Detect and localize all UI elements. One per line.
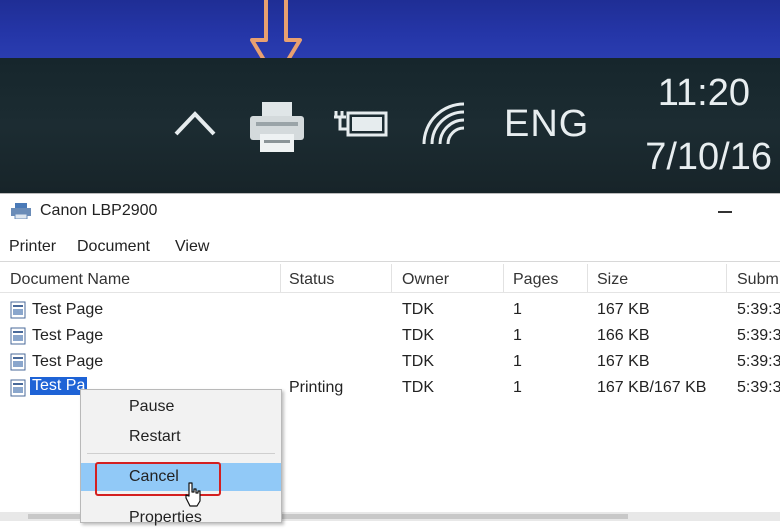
column-divider[interactable] <box>280 264 281 292</box>
cell-submitted: 5:39:3 <box>737 353 780 370</box>
column-headers: Document Name Status Owner Pages Size Su… <box>0 261 780 293</box>
column-divider[interactable] <box>587 264 588 292</box>
desktop-background <box>0 0 780 58</box>
cell-size: 166 KB <box>597 327 650 344</box>
cell-submitted: 5:39:3 <box>737 301 780 318</box>
table-row[interactable]: Test Page TDK 1 167 KB 5:39:3 <box>0 297 780 323</box>
menu-separator <box>87 453 275 454</box>
column-divider[interactable] <box>503 264 504 292</box>
cell-size: 167 KB/167 KB <box>597 379 707 396</box>
column-divider[interactable] <box>726 264 727 292</box>
title-bar: Canon LBP2900 <box>0 194 780 230</box>
table-row[interactable]: Test Page TDK 1 167 KB 5:39:3 <box>0 349 780 375</box>
cell-pages: 1 <box>513 353 522 370</box>
menu-item-restart[interactable]: Restart <box>81 423 281 451</box>
cell-submitted: 5:39:3 <box>737 327 780 344</box>
window-title: Canon LBP2900 <box>40 202 158 219</box>
column-divider[interactable] <box>391 264 392 292</box>
minimize-button[interactable] <box>712 200 740 222</box>
print-queue-window: Canon LBP2900 Printer Document View Docu… <box>0 193 780 526</box>
menu-document[interactable]: Document <box>77 238 150 256</box>
printer-icon[interactable] <box>246 98 308 156</box>
header-document-name[interactable]: Document Name <box>10 271 130 289</box>
header-size[interactable]: Size <box>597 271 628 289</box>
cell-owner: TDK <box>402 353 434 370</box>
language-indicator[interactable]: ENG <box>504 103 589 146</box>
cell-document-name: Test Pa <box>30 377 88 395</box>
document-icon <box>10 353 26 371</box>
document-icon <box>10 301 26 319</box>
menu-item-label: Pause <box>129 398 175 415</box>
cell-document-name: Test Page <box>32 327 104 344</box>
wifi-icon[interactable] <box>418 98 470 150</box>
header-status[interactable]: Status <box>289 271 334 289</box>
menu-bar: Printer Document View <box>0 234 780 258</box>
menu-item-properties[interactable]: Properties <box>81 504 281 532</box>
highlight-callout-box <box>95 462 221 496</box>
menu-item-label: Restart <box>129 428 181 445</box>
table-row[interactable]: Test Page TDK 1 166 KB 5:39:3 <box>0 323 780 349</box>
document-icon <box>10 327 26 345</box>
cell-size: 167 KB <box>597 301 650 318</box>
cell-size: 167 KB <box>597 353 650 370</box>
cell-status: Printing <box>289 379 344 396</box>
chevron-up-icon[interactable] <box>172 104 218 140</box>
menu-item-label: Properties <box>129 509 202 526</box>
cell-owner: TDK <box>402 301 434 318</box>
menu-view[interactable]: View <box>175 238 209 256</box>
printer-app-icon <box>11 203 31 219</box>
cell-document-name: Test Page <box>32 353 104 370</box>
cell-document-name: Test Page <box>32 301 104 318</box>
header-pages[interactable]: Pages <box>513 271 558 289</box>
cell-pages: 1 <box>513 379 522 396</box>
document-icon <box>10 379 26 397</box>
cell-submitted: 5:39:3 <box>737 379 780 396</box>
clock-time[interactable]: 11:20 <box>658 72 750 115</box>
header-submitted[interactable]: Subm <box>737 271 779 289</box>
cell-pages: 1 <box>513 327 522 344</box>
clock-date[interactable]: 7/10/16 <box>645 136 772 179</box>
hand-cursor-icon <box>185 482 201 507</box>
cell-pages: 1 <box>513 301 522 318</box>
header-owner[interactable]: Owner <box>402 271 449 289</box>
cell-owner: TDK <box>402 327 434 344</box>
menu-printer[interactable]: Printer <box>9 238 56 256</box>
menu-item-pause[interactable]: Pause <box>81 393 281 421</box>
cell-owner: TDK <box>402 379 434 396</box>
context-menu: Pause Restart Cancel Properties <box>80 389 282 526</box>
power-battery-icon[interactable] <box>330 103 390 143</box>
